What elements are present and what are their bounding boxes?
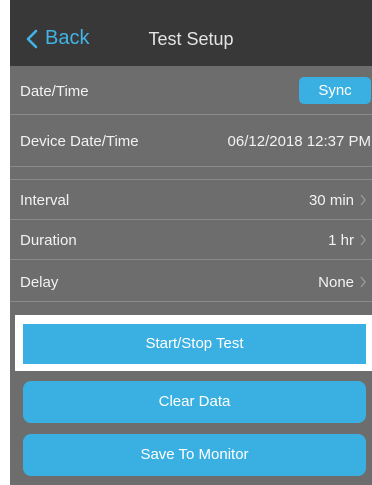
section-spacer	[10, 167, 372, 180]
device-date-time-label: Device Date/Time	[20, 133, 139, 150]
device-date-time-row: Device Date/Time 06/12/2018 12:37 PM	[10, 115, 372, 167]
date-time-label: Date/Time	[20, 83, 89, 100]
chevron-right-icon	[360, 276, 366, 288]
chevron-right-icon	[360, 234, 366, 246]
navigation-bar: Back Test Setup	[10, 0, 372, 66]
start-stop-test-button[interactable]: Start/Stop Test	[23, 324, 366, 364]
interval-label: Interval	[20, 192, 70, 209]
delay-value: None	[318, 274, 354, 291]
test-setup-screen: Back Test Setup Date/Time Sync Device Da…	[10, 0, 372, 485]
date-time-row: Date/Time Sync	[10, 67, 372, 115]
duration-value: 1 hr	[328, 232, 354, 249]
sync-button[interactable]: Sync	[299, 77, 371, 104]
delay-label: Delay	[20, 274, 59, 291]
clear-data-button[interactable]: Clear Data	[23, 381, 366, 423]
duration-row[interactable]: Duration 1 hr	[10, 220, 372, 260]
chevron-right-icon	[360, 194, 366, 206]
save-to-monitor-button[interactable]: Save To Monitor	[23, 434, 366, 476]
interval-value: 30 min	[308, 192, 354, 209]
duration-label: Duration	[20, 232, 77, 249]
delay-row[interactable]: Delay None	[10, 260, 372, 302]
page-title: Test Setup	[148, 29, 234, 49]
interval-row[interactable]: Interval 30 min	[10, 180, 372, 220]
device-date-time-value: 06/12/2018 12:37 PM	[227, 133, 371, 150]
